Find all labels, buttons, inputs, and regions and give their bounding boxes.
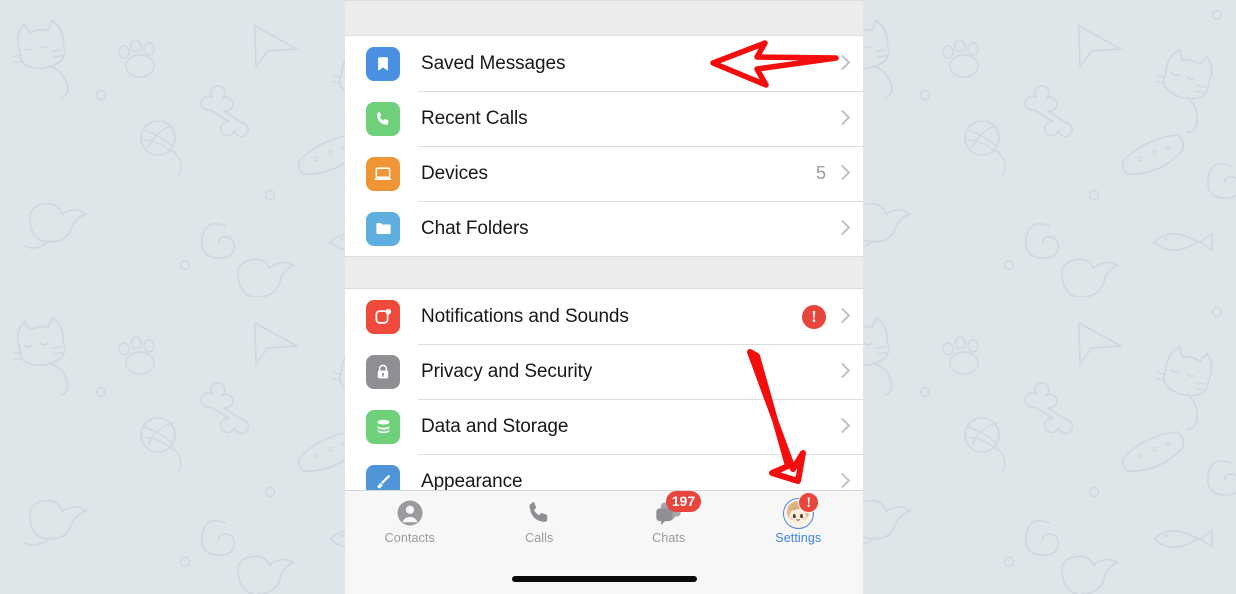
phone-handset-icon — [522, 497, 556, 529]
tab-contacts[interactable]: Contacts — [345, 497, 475, 557]
tab-label: Calls — [525, 531, 554, 545]
laptop-icon — [366, 156, 400, 191]
row-accessory — [837, 55, 863, 72]
phone-screen: Saved Messages Recent Calls Devices 5 Ch… — [345, 0, 863, 594]
bookmark-icon — [366, 46, 400, 81]
folder-icon — [366, 211, 400, 246]
row-accessory: ! — [802, 304, 863, 329]
chevron-right-icon — [837, 165, 847, 182]
database-icon — [366, 409, 400, 444]
phone-icon — [366, 101, 400, 136]
chat-bubbles-icon: 197 — [652, 491, 702, 529]
person-circle-icon — [393, 497, 427, 529]
middle-section-gap — [345, 256, 863, 289]
settings-row-label: Notifications and Sounds — [421, 305, 629, 327]
row-accessory — [837, 220, 863, 237]
account-settings-group: Saved Messages Recent Calls Devices 5 Ch… — [345, 36, 863, 256]
tab-calls[interactable]: Calls — [475, 497, 605, 557]
chevron-right-icon — [837, 418, 847, 435]
chevron-right-icon — [837, 110, 847, 127]
row-accessory: 5 — [816, 163, 863, 184]
status-badge: ! — [802, 304, 826, 329]
row-accessory — [837, 110, 863, 127]
home-indicator — [512, 576, 697, 582]
chevron-right-icon — [837, 220, 847, 237]
tab-label: Chats — [652, 531, 686, 545]
settings-row-saved-messages[interactable]: Saved Messages — [345, 36, 863, 91]
settings-row-privacy-and-security[interactable]: Privacy and Security — [345, 344, 863, 399]
avatar-icon: ! — [781, 492, 820, 529]
row-accessory — [837, 363, 863, 380]
top-section-gap — [345, 0, 863, 36]
chevron-right-icon — [837, 473, 847, 490]
main-settings-group: Notifications and Sounds ! Privacy and S… — [345, 289, 863, 509]
settings-row-label: Devices — [421, 162, 488, 184]
chevron-right-icon — [837, 308, 847, 325]
settings-row-notifications-and-sounds[interactable]: Notifications and Sounds ! — [345, 289, 863, 344]
chevron-right-icon — [837, 363, 847, 380]
settings-row-chat-folders[interactable]: Chat Folders — [345, 201, 863, 256]
settings-alert-badge: ! — [798, 492, 820, 513]
row-accessory — [837, 418, 863, 435]
settings-row-label: Chat Folders — [421, 217, 529, 239]
chats-unread-badge: 197 — [665, 491, 702, 512]
lock-icon — [366, 354, 400, 389]
settings-row-label: Data and Storage — [421, 415, 569, 437]
tab-chats[interactable]: 197 Chats — [604, 491, 734, 557]
settings-row-label: Recent Calls — [421, 107, 528, 129]
settings-row-devices[interactable]: Devices 5 — [345, 146, 863, 201]
devices-count-value: 5 — [815, 163, 826, 183]
bottom-tab-bar: Contacts Calls 197 Chats ! Settings — [345, 490, 863, 594]
row-accessory — [837, 473, 863, 490]
bell-icon — [366, 299, 400, 334]
tab-items: Contacts Calls 197 Chats ! Settings — [345, 491, 863, 557]
chevron-right-icon — [837, 55, 847, 72]
settings-row-label: Privacy and Security — [421, 360, 593, 382]
wallpaper-backdrop: Saved Messages Recent Calls Devices 5 Ch… — [0, 0, 1236, 594]
settings-row-recent-calls[interactable]: Recent Calls — [345, 91, 863, 146]
settings-row-data-and-storage[interactable]: Data and Storage — [345, 399, 863, 454]
tab-label: Settings — [775, 531, 822, 545]
tab-settings[interactable]: ! Settings — [734, 492, 864, 557]
settings-row-label: Saved Messages — [421, 52, 566, 74]
tab-label: Contacts — [384, 531, 435, 545]
